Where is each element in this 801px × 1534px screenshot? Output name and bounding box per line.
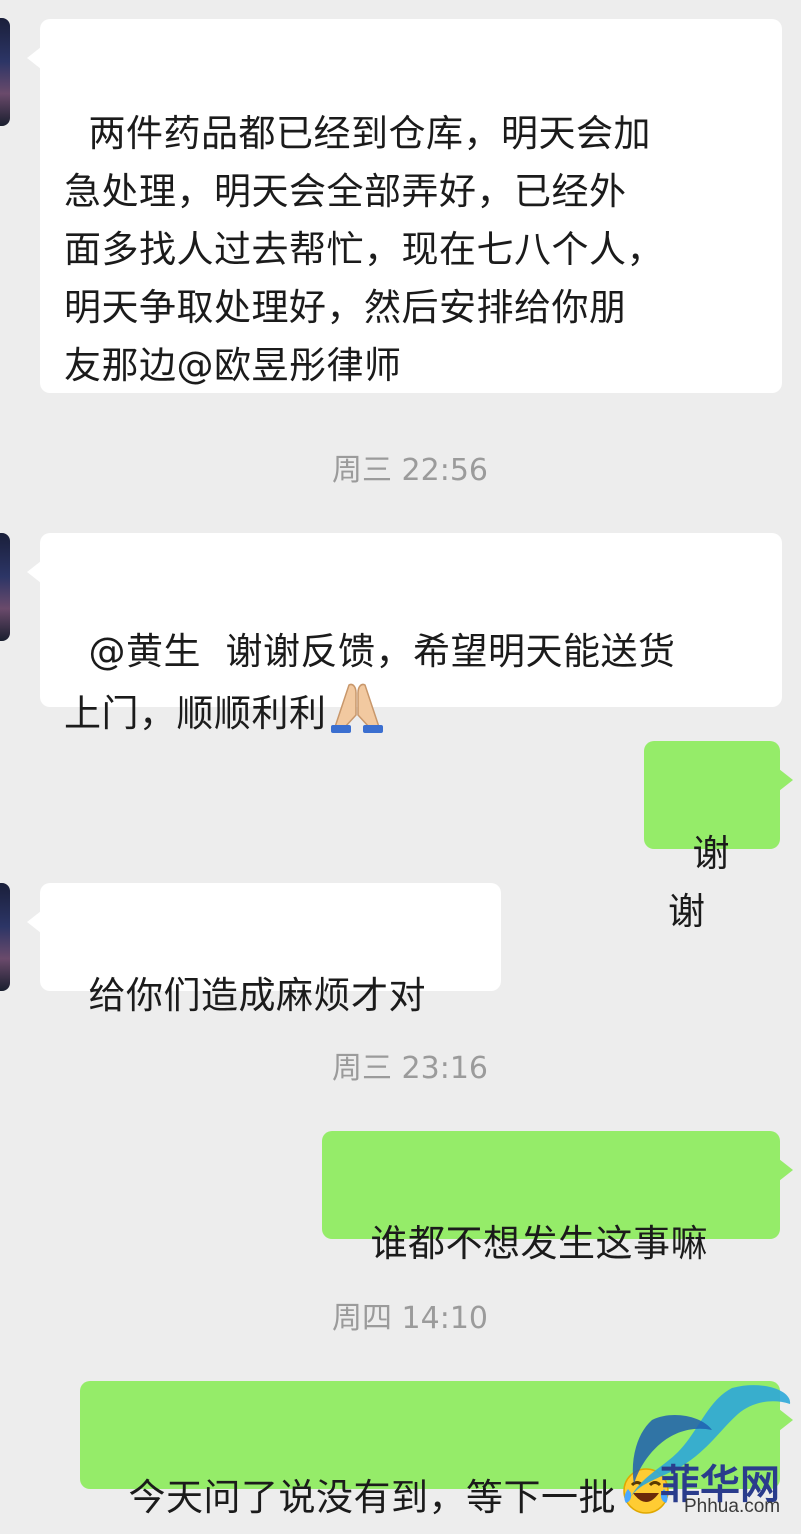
sender-avatar[interactable] xyxy=(0,18,10,126)
message-text: 给你们造成麻烦才对 xyxy=(88,974,427,1017)
timestamp: 周四 14:10 xyxy=(332,1301,488,1336)
folded-hands-emoji xyxy=(327,681,387,750)
message-text: 谁都不想发生这事嘛 xyxy=(370,1222,709,1265)
message-bubble-outgoing[interactable]: 谁都不想发生这事嘛 xyxy=(322,1131,793,1265)
watermark-url: Phhua.com xyxy=(684,1496,781,1517)
timestamp: 周三 23:16 xyxy=(332,1051,488,1086)
message-bubble-incoming[interactable]: 两件药品都已经到仓库，明天会加 急处理，明天会全部弄好，已经外 面多找人过去帮忙… xyxy=(27,19,782,393)
sender-avatar[interactable] xyxy=(0,883,10,991)
message-text: 谢谢 xyxy=(668,832,731,933)
message-bubble-incoming[interactable]: 给你们造成麻烦才对 xyxy=(27,883,501,1017)
message-bubble-incoming[interactable]: @黄生 谢谢反馈，希望明天能送货 上门，顺顺利利 xyxy=(27,533,782,735)
message-text: 两件药品都已经到仓库，明天会加 急处理，明天会全部弄好，已经外 面多找人过去帮忙… xyxy=(64,112,664,387)
timestamp: 周三 22:56 xyxy=(332,453,488,488)
message-text: 今天问了说没有到，等下一批 xyxy=(128,1476,617,1519)
sender-avatar[interactable] xyxy=(0,533,10,641)
message-bubble-outgoing[interactable]: 谢谢 xyxy=(644,741,793,933)
